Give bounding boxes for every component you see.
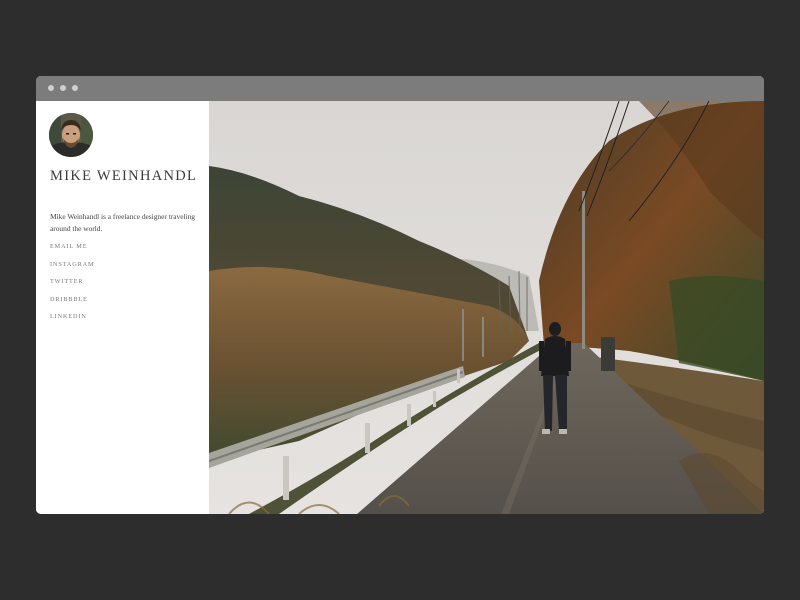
window-dot-icon[interactable]: [60, 85, 66, 91]
profile-bio: Mike Weinhandl is a freelance designer t…: [50, 212, 195, 233]
social-links: EMAIL ME INSTAGRAM TWITTER DRIBBBLE LINK…: [50, 243, 94, 331]
window-dot-icon[interactable]: [48, 85, 54, 91]
browser-window: MIKE WEINHANDL Mike Weinhandl is a freel…: [36, 76, 764, 514]
link-twitter[interactable]: TWITTER: [50, 278, 94, 296]
profile-name: MIKE WEINHANDL: [50, 168, 198, 184]
link-instagram[interactable]: INSTAGRAM: [50, 261, 94, 279]
sidebar: MIKE WEINHANDL Mike Weinhandl is a freel…: [36, 101, 209, 514]
window-dot-icon[interactable]: [72, 85, 78, 91]
link-email-me[interactable]: EMAIL ME: [50, 243, 94, 261]
avatar: [49, 113, 93, 157]
landscape-photo-icon: [209, 101, 764, 514]
hero-photo: [209, 101, 764, 514]
link-dribbble[interactable]: DRIBBBLE: [50, 296, 94, 314]
link-linkedin[interactable]: LINKEDIN: [50, 313, 94, 331]
avatar-portrait-icon: [49, 113, 93, 157]
window-titlebar: [36, 76, 764, 101]
